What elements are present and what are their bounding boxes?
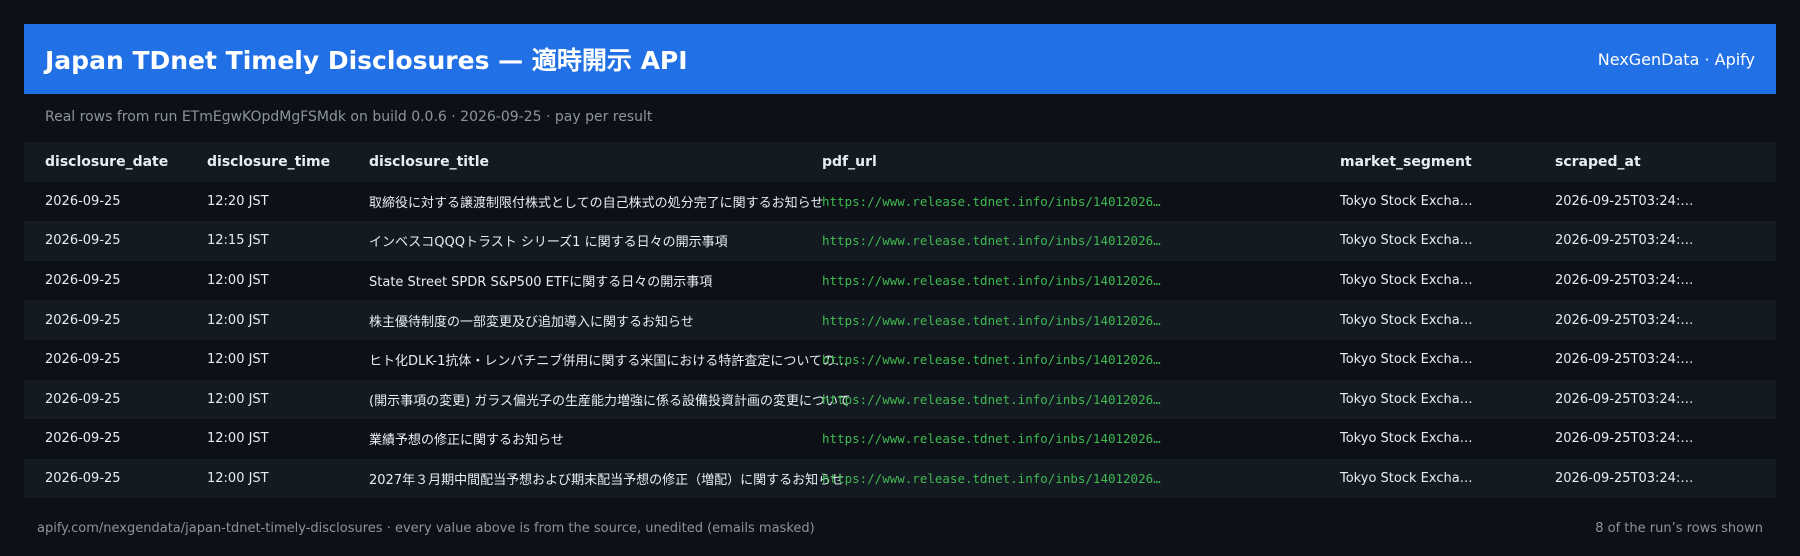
cell-market-segment: Tokyo Stock Excha… [1340,312,1473,328]
column-header-market-segment[interactable]: market_segment [1340,142,1472,182]
cell-disclosure-time: 12:20 JST [207,193,269,209]
cell-scraped-at: 2026-09-25T03:24:… [1555,352,1694,368]
cell-disclosure-date: 2026-09-25 [45,471,121,487]
cell-disclosure-date: 2026-09-25 [45,312,121,328]
cell-market-segment: Tokyo Stock Excha… [1340,233,1473,249]
table-row: 2026-09-25 12:00 JST 2027年３月期中間配当予想および期末… [24,458,1776,499]
cell-disclosure-title: (開示事項の変更) ガラス偏光子の生産能力増強に係る設備投資計画の変更について [369,393,851,409]
table-row: 2026-09-25 12:00 JST 業績予想の修正に関するお知らせ htt… [24,419,1776,459]
cell-disclosure-date: 2026-09-25 [45,193,121,209]
column-header-disclosure-date[interactable]: disclosure_date [45,142,168,182]
cell-market-segment: Tokyo Stock Excha… [1340,431,1473,447]
cell-pdf-url-link[interactable]: https://www.release.tdnet.info/inbs/1401… [822,182,1161,222]
table-row: 2026-09-25 12:00 JST ヒト化DLK-1抗体・レンバチニブ併用… [24,339,1776,380]
column-header-pdf-url[interactable]: pdf_url [822,142,877,182]
cell-scraped-at: 2026-09-25T03:24:… [1555,273,1694,289]
cell-scraped-at: 2026-09-25T03:24:… [1555,233,1694,249]
brand-label: NexGenData · Apify [1597,49,1755,69]
table-row: 2026-09-25 12:20 JST 取締役に対する譲渡制限付株式としての自… [24,181,1776,222]
cell-market-segment: Tokyo Stock Excha… [1340,471,1473,487]
cell-disclosure-time: 12:00 JST [207,312,269,328]
cell-market-segment: Tokyo Stock Excha… [1340,352,1473,368]
cell-disclosure-title: ヒト化DLK-1抗体・レンバチニブ併用に関する米国における特許査定についての… [369,354,848,370]
cell-disclosure-title: 業績予想の修正に関するお知らせ [369,433,564,449]
cell-pdf-url-link[interactable]: https://www.release.tdnet.info/inbs/1401… [822,221,1161,261]
table-row: 2026-09-25 12:00 JST State Street SPDR S… [24,260,1776,301]
footer-row-count: 8 of the run’s rows shown [1595,521,1763,536]
column-header-scraped-at[interactable]: scraped_at [1555,142,1641,182]
cell-pdf-url-link[interactable]: https://www.release.tdnet.info/inbs/1401… [822,261,1161,301]
app-header: Japan TDnet Timely Disclosures — 適時開示 AP… [24,24,1776,94]
cell-disclosure-title: インベスコQQQトラスト シリーズ1 に関する日々の開示事項 [369,235,728,251]
cell-disclosure-time: 12:00 JST [207,431,269,447]
cell-disclosure-time: 12:00 JST [207,471,269,487]
cell-scraped-at: 2026-09-25T03:24:… [1555,312,1694,328]
cell-pdf-url-link[interactable]: https://www.release.tdnet.info/inbs/1401… [822,380,1161,420]
cell-scraped-at: 2026-09-25T03:24:… [1555,193,1694,209]
cell-pdf-url-link[interactable]: https://www.release.tdnet.info/inbs/1401… [822,340,1161,380]
cell-scraped-at: 2026-09-25T03:24:… [1555,471,1694,487]
cell-scraped-at: 2026-09-25T03:24:… [1555,431,1694,447]
cell-disclosure-time: 12:00 JST [207,391,269,407]
cell-disclosure-time: 12:00 JST [207,273,269,289]
cell-disclosure-date: 2026-09-25 [45,431,121,447]
cell-disclosure-title: 取締役に対する譲渡制限付株式としての自己株式の処分完了に関するお知らせ [369,195,824,211]
cell-disclosure-title: State Street SPDR S&P500 ETFに関する日々の開示事項 [369,275,713,291]
run-info-subtitle: Real rows from run ETmEgwKOpdMgFSMdk on … [45,109,653,125]
cell-disclosure-date: 2026-09-25 [45,352,121,368]
table-row: 2026-09-25 12:15 JST インベスコQQQトラスト シリーズ1 … [24,221,1776,261]
cell-market-segment: Tokyo Stock Excha… [1340,193,1473,209]
disclosures-table: disclosure_date disclosure_time disclosu… [24,142,1776,499]
table-row: 2026-09-25 12:00 JST 株主優待制度の一部変更及び追加導入に関… [24,300,1776,340]
cell-disclosure-date: 2026-09-25 [45,391,121,407]
cell-pdf-url-link[interactable]: https://www.release.tdnet.info/inbs/1401… [822,459,1161,499]
cell-scraped-at: 2026-09-25T03:24:… [1555,391,1694,407]
table-header-row: disclosure_date disclosure_time disclosu… [24,142,1776,182]
cell-disclosure-date: 2026-09-25 [45,273,121,289]
cell-market-segment: Tokyo Stock Excha… [1340,273,1473,289]
footer-source-note: apify.com/nexgendata/japan-tdnet-timely-… [37,521,815,536]
cell-disclosure-time: 12:00 JST [207,352,269,368]
cell-market-segment: Tokyo Stock Excha… [1340,391,1473,407]
table-row: 2026-09-25 12:00 JST (開示事項の変更) ガラス偏光子の生産… [24,379,1776,420]
cell-disclosure-date: 2026-09-25 [45,233,121,249]
column-header-disclosure-title[interactable]: disclosure_title [369,142,489,182]
cell-pdf-url-link[interactable]: https://www.release.tdnet.info/inbs/1401… [822,419,1161,459]
column-header-disclosure-time[interactable]: disclosure_time [207,142,330,182]
cell-disclosure-time: 12:15 JST [207,233,269,249]
cell-disclosure-title: 2027年３月期中間配当予想および期末配当予想の修正（増配）に関するお知らせ [369,473,844,489]
cell-pdf-url-link[interactable]: https://www.release.tdnet.info/inbs/1401… [822,300,1161,340]
page-title: Japan TDnet Timely Disclosures — 適時開示 AP… [45,46,688,75]
cell-disclosure-title: 株主優待制度の一部変更及び追加導入に関するお知らせ [369,314,694,330]
